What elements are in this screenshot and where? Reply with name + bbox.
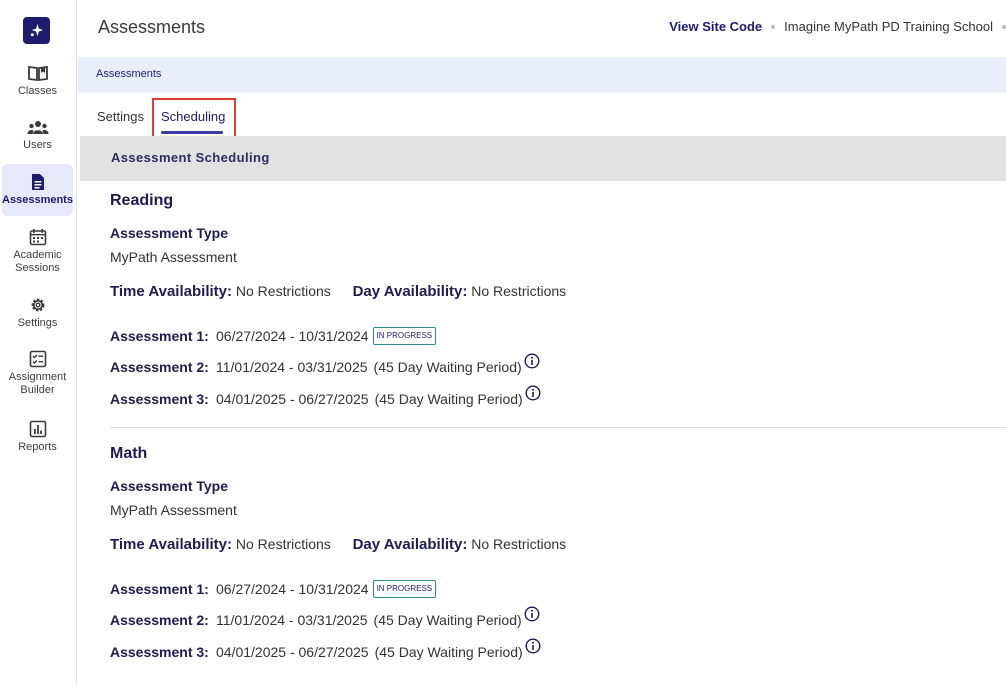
assessment-row: Assessment 1: 06/27/2024 - 10/31/2024 IN… xyxy=(110,580,437,598)
assessment-label: Assessment 1: xyxy=(110,328,209,344)
assessment-label: Assessment 3: xyxy=(110,644,209,660)
time-availability-label: Time Availability: xyxy=(110,536,232,553)
assessment-type-label: Assessment Type xyxy=(110,478,229,494)
assessment-dates: 11/01/2024 - 03/31/2025 xyxy=(216,359,368,375)
sidebar-item-assignment-builder[interactable]: Assignment Builder xyxy=(2,350,73,398)
assessment-dates: 06/27/2024 - 10/31/2024 xyxy=(216,328,369,344)
sidebar-item-label: Assignment Builder xyxy=(8,371,67,396)
info-icon[interactable] xyxy=(524,606,540,622)
day-availability-value: No Restrictions xyxy=(471,283,567,299)
time-availability-value: No Restrictions xyxy=(235,536,331,552)
assessment-type-value: MyPath Assessment xyxy=(110,502,237,518)
school-name[interactable]: Imagine MyPath PD Training School xyxy=(784,19,993,34)
highlight-box xyxy=(152,98,236,140)
sidebar-item-label: Academic Sessions xyxy=(13,249,62,274)
section-divider xyxy=(110,427,1006,428)
sidebar-item-label: Assessments xyxy=(2,194,73,206)
tab-settings[interactable]: Settings xyxy=(97,109,144,124)
waiting-period-note: (45 Day Waiting Period) xyxy=(373,359,522,375)
bar-chart-icon xyxy=(29,420,46,438)
assessment-label: Assessment 3: xyxy=(110,391,209,407)
subject-title: Math xyxy=(110,445,148,462)
sidebar-item-reports[interactable]: Reports xyxy=(2,420,73,458)
sidebar: Classes Users Assessments Academic Sessi… xyxy=(0,0,77,685)
assessment-label: Assessment 2: xyxy=(110,359,209,375)
waiting-period-note: (45 Day Waiting Period) xyxy=(374,644,523,660)
day-availability-label: Day Availability: xyxy=(352,536,468,553)
top-right-info: View Site Code Imagine MyPath PD Trainin… xyxy=(669,19,1006,34)
sidebar-item-assessments[interactable]: Assessments xyxy=(2,164,73,216)
waiting-period-note: (45 Day Waiting Period) xyxy=(374,391,523,407)
checklist-icon xyxy=(29,350,46,368)
assessment-row: Assessment 2: 11/01/2024 - 03/31/2025 (4… xyxy=(110,353,540,375)
view-site-code-link[interactable]: View Site Code xyxy=(669,19,762,34)
separator-dot xyxy=(771,24,776,29)
day-availability-value: No Restrictions xyxy=(471,536,567,552)
assessment-dates: 11/01/2024 - 03/31/2025 xyxy=(216,612,368,628)
assessment-row: Assessment 1: 06/27/2024 - 10/31/2024 IN… xyxy=(110,327,437,345)
sidebar-item-label: Settings xyxy=(17,317,58,329)
sidebar-item-label: Reports xyxy=(18,441,57,453)
assessment-row: Assessment 2: 11/01/2024 - 03/31/2025 (4… xyxy=(110,606,540,628)
status-badge: IN PROGRESS xyxy=(372,327,437,345)
gear-icon xyxy=(31,298,44,312)
breadcrumb[interactable]: Assessments xyxy=(96,68,161,80)
info-icon[interactable] xyxy=(525,385,541,401)
availability-line: Time Availability: No Restrictions Day A… xyxy=(110,536,566,553)
assessment-dates: 04/01/2025 - 06/27/2025 xyxy=(216,391,369,407)
status-badge: IN PROGRESS xyxy=(372,580,437,598)
users-icon xyxy=(27,121,48,134)
waiting-period-note: (45 Day Waiting Period) xyxy=(373,612,522,628)
breadcrumb-bar: Assessments xyxy=(78,57,1006,93)
page-title: Assessments xyxy=(98,17,206,37)
sidebar-item-academic-sessions[interactable]: Academic Sessions xyxy=(2,228,73,276)
section-header: Assessment Scheduling xyxy=(80,136,1006,181)
assessment-dates: 06/27/2024 - 10/31/2024 xyxy=(216,581,369,597)
sidebar-item-settings[interactable]: Settings xyxy=(2,296,73,334)
assessment-row: Assessment 3: 04/01/2025 - 06/27/2025 (4… xyxy=(110,385,541,407)
assessment-type-value: MyPath Assessment xyxy=(110,249,237,265)
time-availability-label: Time Availability: xyxy=(110,283,232,300)
separator-dot xyxy=(1002,24,1006,29)
info-icon[interactable] xyxy=(524,353,540,369)
availability-line: Time Availability: No Restrictions Day A… xyxy=(110,283,566,300)
time-availability-value: No Restrictions xyxy=(235,283,331,299)
info-icon[interactable] xyxy=(525,638,541,654)
sidebar-item-label: Classes xyxy=(17,85,58,97)
sidebar-item-users[interactable]: Users xyxy=(2,120,73,158)
assessment-row: Assessment 3: 04/01/2025 - 06/27/2025 (4… xyxy=(110,638,541,660)
assessment-dates: 04/01/2025 - 06/27/2025 xyxy=(216,644,369,660)
section-title: Assessment Scheduling xyxy=(111,150,270,165)
top-bar: Assessments View Site Code Imagine MyPat… xyxy=(78,0,1006,56)
day-availability-label: Day Availability: xyxy=(352,283,468,300)
sidebar-item-label: Users xyxy=(23,139,52,151)
assessment-type-label: Assessment Type xyxy=(110,225,229,241)
book-icon xyxy=(27,65,48,82)
sidebar-item-classes[interactable]: Classes xyxy=(2,64,73,102)
calendar-icon xyxy=(29,229,46,246)
assessment-label: Assessment 1: xyxy=(110,581,209,597)
sparkle-logo[interactable] xyxy=(23,17,50,44)
subject-title: Reading xyxy=(110,192,174,209)
assessment-label: Assessment 2: xyxy=(110,612,209,628)
document-icon xyxy=(31,174,44,190)
